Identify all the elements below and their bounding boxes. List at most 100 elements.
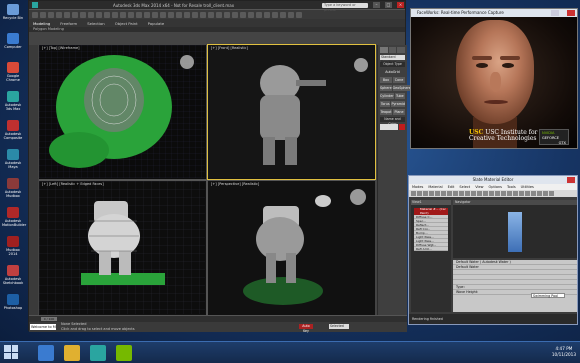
menu-item[interactable]: Modes	[412, 184, 423, 190]
primitive-type-dropdown[interactable]: Standard Primitives	[380, 55, 405, 64]
toolbar-button[interactable]	[543, 191, 548, 196]
toolbar-button[interactable]	[48, 11, 54, 18]
material-node[interactable]: Material #... (Car Paint) Diffuse C... Sp…	[414, 207, 448, 251]
navigator-panel[interactable]: Navigator	[453, 200, 577, 258]
desktop-icon[interactable]: Autodesk 3ds Max	[2, 91, 24, 111]
primitive-button[interactable]: Cone	[393, 77, 405, 83]
ribbon-tab[interactable]: Selection	[87, 21, 105, 26]
viewport-label[interactable]: [+] [Top] [Wireframe]	[42, 46, 80, 50]
toolbar-button[interactable]	[519, 191, 524, 196]
toolbar-button[interactable]	[435, 191, 440, 196]
toolbar-button[interactable]	[423, 191, 428, 196]
auto-key-button[interactable]: Auto Key	[299, 324, 313, 333]
toolbar-button[interactable]	[411, 191, 416, 196]
toolbar-button[interactable]	[531, 191, 536, 196]
primitive-button[interactable]: GeoSphere	[392, 85, 411, 91]
toolbar-button[interactable]	[471, 191, 476, 196]
viewport-label[interactable]: [+] [Perspective] [Realistic]	[211, 182, 259, 186]
toolbar-button[interactable]	[232, 11, 238, 18]
toolbar-button[interactable]	[513, 191, 518, 196]
desktop-icon[interactable]: Autodesk Composite	[2, 120, 24, 140]
menu-item[interactable]: Tools	[507, 184, 516, 190]
clock[interactable]: 4:47 PM 10/11/2013	[552, 346, 576, 358]
toolbar-button[interactable]	[507, 191, 512, 196]
menu-item[interactable]: View	[475, 184, 483, 190]
primitive-button[interactable]: Plane	[393, 109, 405, 115]
time-slider[interactable]: 0 / 100	[41, 317, 57, 321]
node-slot[interactable]: Refl Amt...	[414, 247, 448, 251]
toolbar-button[interactable]	[272, 11, 278, 18]
app-logo-icon[interactable]	[32, 2, 38, 8]
maxscript-listener[interactable]: Welcome to M	[30, 324, 56, 330]
ribbon-tab[interactable]: Populate	[148, 21, 165, 26]
toolbar-button[interactable]	[56, 11, 62, 18]
toolbar-button[interactable]	[80, 11, 86, 18]
toolbar-button[interactable]	[465, 191, 470, 196]
toolbar-button[interactable]	[40, 11, 46, 18]
toolbar-button[interactable]	[88, 11, 94, 18]
ie-icon[interactable]	[38, 345, 54, 361]
start-button[interactable]	[4, 345, 18, 359]
toolbar-button[interactable]	[160, 11, 166, 18]
timeline[interactable]: 0 / 100	[29, 315, 407, 322]
viewport-label[interactable]: [+] [Left] [Realistic + Edged Faces]	[42, 182, 104, 186]
material-browser[interactable]: View1 Material #... (Car Paint) Diffuse …	[411, 200, 451, 312]
primitive-button[interactable]: Pyramid	[391, 101, 405, 107]
toolbar-button[interactable]	[447, 191, 452, 196]
key-filter-dropdown[interactable]: Selected	[329, 324, 349, 329]
close-button[interactable]	[567, 10, 575, 16]
maximize-button[interactable]: □	[385, 2, 392, 8]
explorer-icon[interactable]	[64, 345, 80, 361]
toolbar-button[interactable]	[248, 11, 254, 18]
primitive-button[interactable]: Cylinder	[380, 93, 394, 99]
view-tab[interactable]: View1	[411, 200, 451, 205]
toolbar-button[interactable]	[120, 11, 126, 18]
toolbar-button[interactable]	[64, 11, 70, 18]
toolbar-button[interactable]	[495, 191, 500, 196]
toolbar-button[interactable]	[429, 191, 434, 196]
primitive-button[interactable]: Torus	[380, 101, 391, 107]
ribbon-tab[interactable]: Freeform	[60, 21, 77, 26]
toolbar-button[interactable]	[200, 11, 206, 18]
toolbar-button[interactable]	[72, 11, 78, 18]
toolbar-button[interactable]	[240, 11, 246, 18]
search-input[interactable]: Type a keyword or phrase	[322, 2, 368, 12]
toolbar-button[interactable]	[128, 11, 134, 18]
primitive-button[interactable]: Teapot	[380, 109, 392, 115]
menu-item[interactable]: Select	[459, 184, 470, 190]
desktop-icon[interactable]: Photoshop	[2, 294, 24, 310]
toolbar-button[interactable]	[264, 11, 270, 18]
toolbar-button[interactable]	[417, 191, 422, 196]
toolbar-button[interactable]	[256, 11, 262, 18]
toolbar-button[interactable]	[192, 11, 198, 18]
minimize-button[interactable]	[551, 10, 559, 16]
toolbar-button[interactable]	[168, 11, 174, 18]
primitive-button[interactable]: Box	[380, 77, 392, 83]
toolbar-button[interactable]	[96, 11, 102, 18]
toolbar-button[interactable]	[136, 11, 142, 18]
desktop-icon[interactable]: Mudbox 2014	[2, 236, 24, 256]
nvidia-taskbar-icon[interactable]	[116, 345, 132, 361]
ribbon-tab[interactable]: Modeling	[33, 21, 50, 26]
desktop-icon[interactable]: Autodesk MotionBuilder	[2, 207, 26, 227]
menu-item[interactable]: Utilities	[521, 184, 534, 190]
viewport-front[interactable]: [+] [Front] [Realistic]	[207, 44, 376, 180]
desktop-icon[interactable]: Google Chrome	[2, 62, 24, 82]
toolbar-button[interactable]	[104, 11, 110, 18]
toolbar-button[interactable]	[537, 191, 542, 196]
ribbon-tab[interactable]: Object Paint	[115, 21, 138, 26]
minimize-button[interactable]: –	[373, 2, 380, 8]
toolbar-button[interactable]	[224, 11, 230, 18]
toolbar-button[interactable]	[280, 11, 286, 18]
toolbar-button[interactable]	[184, 11, 190, 18]
viewport-label[interactable]: [+] [Front] [Realistic]	[211, 46, 248, 50]
toolbar-button[interactable]	[441, 191, 446, 196]
close-button[interactable]	[567, 177, 575, 183]
primitive-button[interactable]: Sphere	[380, 85, 392, 91]
create-tab[interactable]	[380, 47, 388, 53]
object-type-rollout[interactable]: Object Type	[380, 62, 405, 67]
modify-tab[interactable]	[388, 47, 397, 53]
desktop-icon[interactable]: Recycle Bin	[2, 4, 24, 20]
toolbar-button[interactable]	[288, 11, 294, 18]
desktop-icon[interactable]: Computer	[2, 33, 24, 49]
